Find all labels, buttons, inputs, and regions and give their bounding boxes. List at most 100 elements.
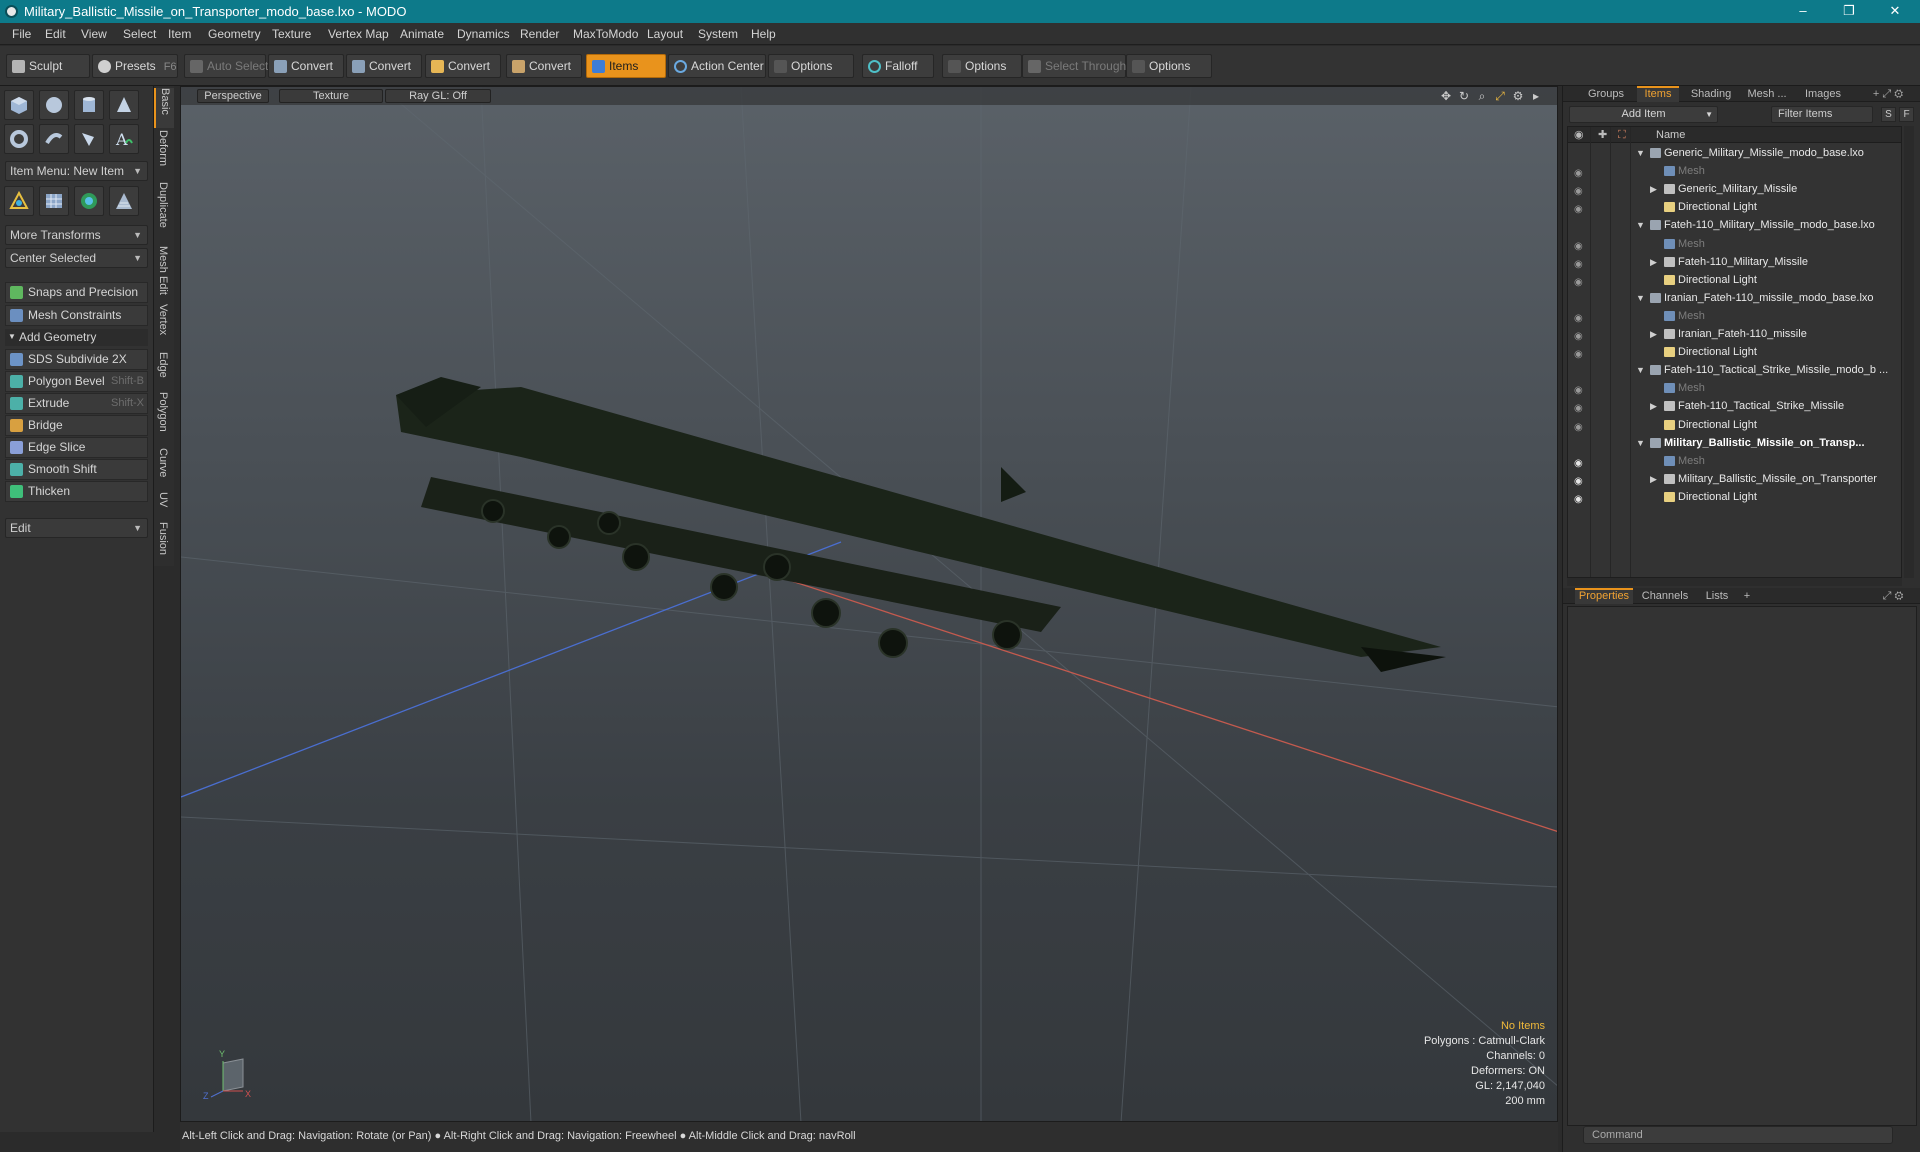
minimize-button[interactable]: – (1780, 0, 1826, 23)
light-row[interactable]: ◉ Directional Light (1568, 416, 1901, 434)
tab-properties[interactable]: Properties (1575, 588, 1633, 604)
scene-row[interactable]: ▼ Fateh-110_Tactical_Strike_Missile_modo_… (1568, 361, 1901, 379)
mesh-row[interactable]: ◉ Mesh (1568, 307, 1901, 325)
group-row[interactable]: ◉ ▶ Iranian_Fateh-110_missile (1568, 325, 1901, 343)
group-row[interactable]: ◉ ▶ Generic_Military_Missile (1568, 180, 1901, 198)
tab-edge[interactable]: Edge (154, 352, 174, 390)
expand-right-icon[interactable]: ▶ (1650, 470, 1657, 488)
tab-lists[interactable]: Lists (1697, 588, 1737, 604)
bridge-button[interactable]: Bridge (5, 415, 148, 436)
snaps-and-precision-button[interactable]: Snaps and Precision (5, 282, 148, 303)
menu-texture[interactable]: Texture (272, 27, 311, 41)
menu-select[interactable]: Select (123, 27, 156, 41)
select-through-button[interactable]: Select Through (1022, 54, 1126, 78)
panel-options-icons[interactable]: ⤢ ⚙ (1873, 588, 1913, 604)
gear-icon[interactable]: ⚙ (1509, 89, 1527, 103)
tab-polygon[interactable]: Polygon (154, 392, 174, 446)
item-menu-dropdown[interactable]: Item Menu: New Item ▼ (5, 161, 148, 181)
smooth-shift-button[interactable]: Smooth Shift (5, 459, 148, 480)
tab-deform[interactable]: Deform (154, 130, 174, 180)
menu-maxtomodo[interactable]: MaxToModo (573, 27, 638, 41)
polygon-bevel-button[interactable]: Polygon Bevel Shift-B (5, 371, 148, 392)
raygl-button[interactable]: Ray GL: Off (385, 89, 491, 103)
menu-layout[interactable]: Layout (647, 27, 683, 41)
cylinder-primitive-button[interactable] (74, 90, 104, 120)
name-column-header[interactable]: Name (1656, 127, 1685, 143)
menu-dynamics[interactable]: Dynamics (457, 27, 510, 41)
tab-groups[interactable]: Groups (1581, 86, 1631, 102)
group-row[interactable]: ◉ ▶ Fateh-110_Military_Missile (1568, 253, 1901, 271)
menu-render[interactable]: Render (520, 27, 559, 41)
extrude-button[interactable]: Extrude Shift-X (5, 393, 148, 414)
panel-options-icons[interactable]: + ⤢ ⚙ (1863, 86, 1913, 102)
mesh-row[interactable]: ◉ Mesh (1568, 379, 1901, 397)
action-center-button[interactable]: Action Center (668, 54, 766, 78)
type-column-icon[interactable]: ⛶ (1618, 127, 1626, 143)
menu-file[interactable]: File (12, 27, 31, 41)
menu-edit[interactable]: Edit (45, 27, 66, 41)
tab-mesh[interactable]: Mesh ... (1741, 86, 1793, 102)
convert-vertices-button[interactable]: Convert (268, 54, 344, 78)
expand-down-icon[interactable]: ▼ (1636, 144, 1645, 162)
lock-column-icon[interactable]: ✚ (1598, 127, 1607, 143)
falloff-options-button[interactable]: Options (942, 54, 1022, 78)
scene-row[interactable]: ▼ Generic_Military_Missile_modo_base.lxo (1568, 144, 1901, 162)
menu-geometry[interactable]: Geometry (208, 27, 261, 41)
light-row[interactable]: ◉ Directional Light (1568, 198, 1901, 216)
backdrop-button[interactable] (109, 186, 139, 216)
locator-button[interactable] (4, 186, 34, 216)
tab-uv[interactable]: UV (154, 492, 174, 520)
expand-down-icon[interactable]: ▼ (1636, 216, 1645, 234)
expand-down-icon[interactable]: ▼ (1636, 434, 1645, 452)
scene-row[interactable]: ▼ Iranian_Fateh-110_missile_modo_base.lxo (1568, 289, 1901, 307)
add-tab-button[interactable]: + (1739, 588, 1755, 604)
texture-button[interactable]: Texture (279, 89, 383, 103)
move-view-icon[interactable]: ✥ (1437, 89, 1455, 103)
tab-images[interactable]: Images (1799, 86, 1847, 102)
capsule-primitive-button[interactable] (39, 124, 69, 154)
select-through-options-button[interactable]: Options (1126, 54, 1212, 78)
tab-duplicate[interactable]: Duplicate (154, 182, 174, 244)
tab-basic[interactable]: Basic (154, 88, 174, 128)
menu-view[interactable]: View (81, 27, 107, 41)
expand-right-icon[interactable]: ▶ (1650, 325, 1657, 343)
text-tool-button[interactable]: A (109, 124, 139, 154)
edge-slice-button[interactable]: Edge Slice (5, 437, 148, 458)
close-button[interactable]: ✕ (1872, 0, 1918, 23)
visibility-column-icon[interactable]: ◉ (1574, 127, 1584, 143)
filter-f-button[interactable]: F (1899, 107, 1914, 122)
environment-button[interactable] (74, 186, 104, 216)
tab-shading[interactable]: Shading (1685, 86, 1737, 102)
3d-viewport[interactable]: Perspective Texture Ray GL: Off ✥ ↻ ⌕ ⤢ ⚙ ▸ Y… (180, 86, 1558, 1122)
expand-right-icon[interactable]: ▶ (1650, 180, 1657, 198)
menu-animate[interactable]: Animate (400, 27, 444, 41)
light-row[interactable]: ◉ Directional Light (1568, 343, 1901, 361)
filter-items-input[interactable]: Filter Items (1771, 106, 1873, 123)
sds-subdivide-button[interactable]: SDS Subdivide 2X (5, 349, 148, 370)
sculpt-button[interactable]: Sculpt (6, 54, 90, 78)
mesh-item-button[interactable] (39, 186, 69, 216)
cube-primitive-button[interactable] (4, 90, 34, 120)
thicken-button[interactable]: Thicken (5, 481, 148, 502)
zoom-view-icon[interactable]: ⌕ (1473, 89, 1491, 104)
menu-system[interactable]: System (698, 27, 738, 41)
light-row[interactable]: ◉ Directional Light (1568, 488, 1901, 509)
add-geometry-section[interactable]: ▼ Add Geometry (5, 329, 148, 346)
tab-channels[interactable]: Channels (1637, 588, 1693, 604)
group-row[interactable]: ◉ ▶ Fateh-110_Tactical_Strike_Missile (1568, 397, 1901, 415)
mesh-row[interactable]: ◉ Mesh (1568, 162, 1901, 180)
rotate-view-icon[interactable]: ↻ (1455, 89, 1473, 103)
more-transforms-dropdown[interactable]: More Transforms ▼ (5, 225, 148, 245)
item-list-h-scrollbar[interactable] (1567, 578, 1902, 586)
menu-help[interactable]: Help (751, 27, 776, 41)
auto-select-button[interactable]: Auto Select (184, 54, 268, 78)
command-input[interactable]: Command (1583, 1126, 1893, 1144)
mesh-row[interactable]: ◉ Mesh (1568, 235, 1901, 253)
scene-row[interactable]: ▼ Military_Ballistic_Missile_on_Transp... (1568, 434, 1901, 452)
tab-items[interactable]: Items (1637, 86, 1679, 102)
convert-polygons-button[interactable]: Convert (425, 54, 501, 78)
visibility-eye-icon[interactable]: ◉ (1574, 491, 1583, 509)
tab-curve[interactable]: Curve (154, 448, 174, 490)
tab-fusion[interactable]: Fusion (154, 522, 174, 566)
expand-down-icon[interactable]: ▼ (1636, 361, 1645, 379)
